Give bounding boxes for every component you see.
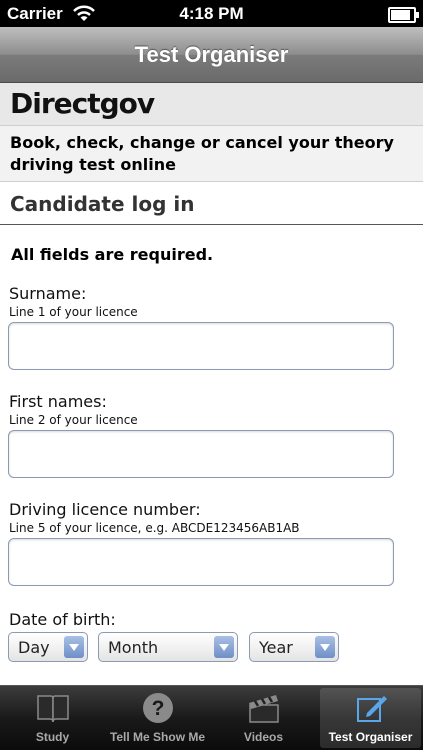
brand-header: Directgov	[0, 83, 423, 126]
licence-number-help: Line 5 of your licence, e.g. ABCDE123456…	[9, 521, 300, 535]
surname-label: Surname:	[9, 284, 87, 303]
first-names-field: First names: Line 2 of your licence	[0, 392, 423, 478]
first-names-help: Line 2 of your licence	[9, 413, 138, 427]
licence-number-input[interactable]	[8, 538, 394, 586]
question-icon: ?	[142, 693, 173, 723]
section-heading: Candidate log in	[0, 182, 423, 225]
directgov-logo: Directgov	[10, 87, 155, 120]
surname-field: Surname: Line 1 of your licence	[0, 284, 423, 370]
navigation-bar: Test Organiser	[0, 27, 423, 83]
year-select[interactable]: Year	[249, 632, 339, 662]
tab-study[interactable]: Study	[2, 688, 103, 748]
day-select[interactable]: Day	[8, 632, 88, 662]
tab-videos[interactable]: Videos	[213, 688, 314, 748]
battery-fill	[391, 10, 410, 20]
first-names-label: First names:	[9, 392, 107, 411]
month-select[interactable]: Month	[98, 632, 238, 662]
surname-input[interactable]	[8, 322, 394, 370]
licence-number-field: Driving licence number: Line 5 of your l…	[0, 500, 423, 586]
required-note: All fields are required.	[11, 245, 214, 264]
chevron-down-icon	[315, 636, 335, 658]
intro-text: Book, check, change or cancel your theor…	[0, 126, 423, 182]
tab-tell-me-show-me-label: Tell Me Show Me	[109, 730, 206, 744]
book-icon	[36, 695, 69, 723]
tab-study-label: Study	[35, 730, 70, 744]
svg-text:?: ?	[151, 697, 164, 720]
first-names-input[interactable]	[8, 430, 394, 478]
day-select-value: Day	[18, 638, 50, 657]
tab-tell-me-show-me[interactable]: ? Tell Me Show Me	[107, 688, 208, 748]
clapperboard-icon	[248, 695, 279, 723]
chevron-down-icon	[214, 636, 234, 658]
web-content[interactable]: Directgov Book, check, change or cancel …	[0, 83, 423, 686]
status-time: 4:18 PM	[179, 4, 244, 23]
page-title: Test Organiser	[134, 42, 289, 67]
tab-test-organiser[interactable]: Test Organiser	[320, 688, 421, 748]
dob-label: Date of birth:	[9, 610, 116, 629]
tab-test-organiser-label: Test Organiser	[328, 730, 413, 744]
battery-icon	[388, 7, 419, 23]
surname-help: Line 1 of your licence	[9, 305, 138, 319]
chevron-down-icon	[64, 636, 84, 658]
dob-selects: Day Month Year	[8, 632, 423, 672]
tab-videos-label: Videos	[243, 730, 284, 744]
month-select-value: Month	[108, 638, 159, 657]
dob-field: Date of birth:	[0, 610, 423, 629]
licence-number-label: Driving licence number:	[9, 500, 201, 519]
status-bar: Carrier 4:18 PM	[0, 0, 423, 27]
edit-icon	[356, 696, 387, 722]
tab-bar: Study ? Tell Me Show Me Videos Test Orga…	[0, 685, 423, 750]
year-select-value: Year	[259, 638, 293, 657]
